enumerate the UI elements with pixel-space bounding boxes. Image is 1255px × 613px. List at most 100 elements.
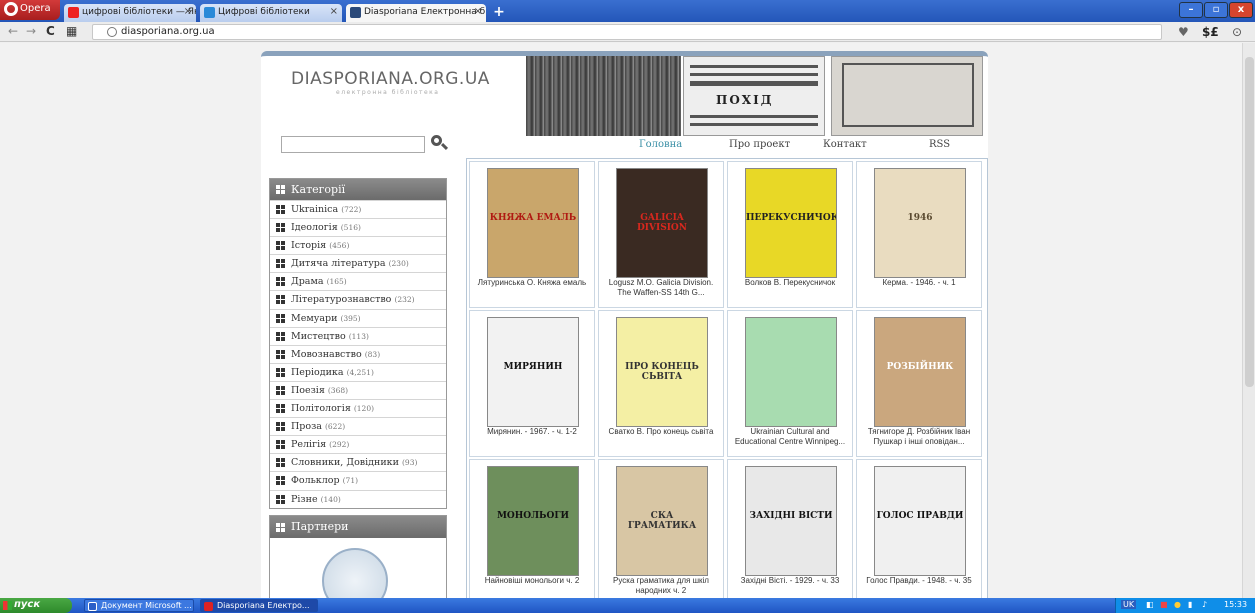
partners-header: Партнери (270, 516, 446, 538)
category-item[interactable]: Драма (165) (270, 272, 446, 290)
book-card[interactable]: Ukrainian Cultural and Educational Centr… (727, 310, 853, 457)
category-item[interactable]: Періодика (4,251) (270, 362, 446, 381)
grid-icon (276, 523, 285, 532)
book-cover[interactable]: РОЗБІЙНИК (874, 317, 966, 427)
book-title[interactable]: Волков В. Перекусничок (730, 278, 850, 288)
book-title[interactable]: Західні Вісті. - 1929. - ч. 33 (730, 576, 850, 586)
book-title[interactable]: Logusz M.O. Galicia Division. The Waffen… (601, 278, 721, 298)
scrollbar-thumb[interactable] (1245, 57, 1254, 387)
forward-arrow-icon[interactable]: → (26, 24, 36, 38)
tray-antivirus-icon[interactable]: ■ (1160, 600, 1168, 609)
currency-extension-icon[interactable]: $£ (1202, 25, 1219, 39)
grid-icon (276, 241, 285, 251)
tray-update-icon[interactable]: ● (1174, 600, 1181, 609)
nav-contact[interactable]: Контакт (823, 139, 867, 150)
partner-logo[interactable] (322, 548, 388, 598)
book-cover[interactable]: МОНОЛЬОГИ (487, 466, 579, 576)
book-cover[interactable]: ПЕРЕКУСНИЧОК (745, 168, 837, 278)
category-item[interactable]: Мистецтво (113) (270, 326, 446, 345)
nav-about[interactable]: Про проект (729, 139, 790, 150)
book-title[interactable]: Найновіші монольоги ч. 2 (472, 576, 592, 586)
category-item[interactable]: Фольклор (71) (270, 471, 446, 489)
book-title[interactable]: Тягнигоре Д. Розбійник Іван Пушкар і інш… (859, 427, 979, 447)
category-item[interactable]: Релігія (292) (270, 435, 446, 453)
book-title[interactable]: Руска граматика для шкіл народних ч. 2 (601, 576, 721, 596)
book-title[interactable]: Мирянин. - 1967. - ч. 1-2 (472, 427, 592, 437)
maximize-button[interactable]: ▫ (1204, 2, 1228, 18)
search-button[interactable] (429, 133, 449, 153)
tab-digital-libraries[interactable]: Цифрові бібліотеки × (200, 4, 342, 22)
category-item[interactable]: Поезія (368) (270, 380, 446, 399)
book-cover[interactable] (745, 317, 837, 427)
banner-poster-text: ПОХІД (716, 93, 774, 107)
language-indicator[interactable]: UK (1121, 600, 1137, 609)
category-item[interactable]: Ідеологія (516) (270, 218, 446, 236)
nav-home[interactable]: Головна (639, 139, 682, 150)
book-cover[interactable]: 1946 (874, 168, 966, 278)
minimize-button[interactable]: – (1179, 2, 1203, 18)
book-card[interactable]: ГОЛОС ПРАВДИ Голос Правди. - 1948. - ч. 3… (856, 459, 982, 598)
book-card[interactable]: РОЗБІЙНИК Тягнигоре Д. Розбійник Іван Пуш… (856, 310, 982, 457)
book-card[interactable]: ПРО КОНЕЦЬ СЬВІТА Сватко В. Про конець сь… (598, 310, 724, 457)
book-card[interactable]: МИРЯНИН Мирянин. - 1967. - ч. 1-2 (469, 310, 595, 457)
category-item[interactable]: Літературознавство (232) (270, 290, 446, 308)
tab-close-icon[interactable]: × (330, 6, 338, 17)
category-item[interactable]: Словники, Довідники (93) (270, 453, 446, 471)
opera-menu-button[interactable]: Opera (0, 0, 60, 20)
url-input[interactable]: diasporiana.org.ua (92, 24, 1162, 40)
book-card[interactable]: ПЕРЕКУСНИЧОК Волков В. Перекусничок (727, 161, 853, 308)
book-cover[interactable]: МИРЯНИН (487, 317, 579, 427)
book-card[interactable]: КНЯЖА ЕМАЛЬ Лятуринська О. Княжа емаль (469, 161, 595, 308)
grid-icon (276, 331, 285, 341)
download-icon[interactable]: ⊙ (1232, 25, 1242, 39)
nav-rss[interactable]: RSS (929, 139, 950, 150)
search-input[interactable] (281, 136, 425, 153)
tab-close-icon[interactable]: × (184, 6, 192, 17)
book-card[interactable]: СКА ГРАМАТИКА Руска граматика для шкіл на… (598, 459, 724, 598)
category-item[interactable]: Проза (622) (270, 417, 446, 435)
taskbar-item-opera[interactable]: Diasporiana Електро... (200, 599, 318, 612)
book-card[interactable]: МОНОЛЬОГИ Найновіші монольоги ч. 2 (469, 459, 595, 598)
back-arrow-icon[interactable]: ← (8, 24, 18, 38)
tray-volume-icon[interactable]: ♪ (1202, 600, 1207, 609)
tray-signal-icon[interactable]: ▮ (1188, 600, 1192, 609)
close-window-button[interactable]: x (1229, 2, 1253, 18)
category-item[interactable]: Мовознавство (83) (270, 344, 446, 363)
page-scrollbar[interactable] (1242, 43, 1255, 598)
book-title[interactable]: Керма. - 1946. - ч. 1 (859, 278, 979, 288)
start-button[interactable]: пуск (0, 598, 72, 613)
category-item[interactable]: Різне (140) (270, 489, 446, 508)
book-cover[interactable]: ЗАХІДНІ ВІСТИ (745, 466, 837, 576)
category-item[interactable]: Дитяча література (230) (270, 254, 446, 272)
category-name: Періодика (291, 366, 344, 378)
book-cover[interactable]: GALICIA DIVISION (616, 168, 708, 278)
book-card[interactable]: 1946 Керма. - 1946. - ч. 1 (856, 161, 982, 308)
book-card[interactable]: ЗАХІДНІ ВІСТИ Західні Вісті. - 1929. - ч.… (727, 459, 853, 598)
new-tab-button[interactable]: + (490, 5, 508, 20)
taskbar-item-word[interactable]: Документ Microsoft ... (84, 599, 194, 612)
tab-diasporiana[interactable]: Diasporiana Електронна біб × (346, 4, 486, 22)
book-title[interactable]: Ukrainian Cultural and Educational Centr… (730, 427, 850, 447)
category-name: Історія (291, 240, 327, 252)
category-item[interactable]: Історія (456) (270, 236, 446, 254)
word-icon (88, 602, 97, 611)
book-card[interactable]: GALICIA DIVISION Logusz M.O. Galicia Divi… (598, 161, 724, 308)
site-logo[interactable]: DIASPORIANA.ORG.UA (291, 69, 490, 89)
tray-network-icon[interactable]: ◧ (1146, 600, 1154, 609)
book-cover[interactable]: СКА ГРАМАТИКА (616, 466, 708, 576)
reload-icon[interactable]: C (46, 24, 55, 38)
heart-icon[interactable]: ♥ (1178, 25, 1189, 39)
book-title[interactable]: Голос Правди. - 1948. - ч. 35 (859, 576, 979, 586)
speed-dial-icon[interactable]: ▦ (66, 24, 77, 38)
tab-close-icon[interactable]: × (474, 6, 482, 17)
category-item[interactable]: Мемуари (395) (270, 308, 446, 327)
category-item[interactable]: Політологія (120) (270, 399, 446, 417)
book-cover[interactable]: ПРО КОНЕЦЬ СЬВІТА (616, 317, 708, 427)
category-count: (83) (364, 349, 381, 359)
book-cover[interactable]: ГОЛОС ПРАВДИ (874, 466, 966, 576)
book-title[interactable]: Лятуринська О. Княжа емаль (472, 278, 592, 288)
tab-yandex[interactable]: цифрові бібліотеки — Янде × (64, 4, 196, 22)
book-cover[interactable]: КНЯЖА ЕМАЛЬ (487, 168, 579, 278)
category-item[interactable]: Ukrainica (722) (270, 200, 446, 218)
book-title[interactable]: Сватко В. Про конець сьвіта (601, 427, 721, 437)
